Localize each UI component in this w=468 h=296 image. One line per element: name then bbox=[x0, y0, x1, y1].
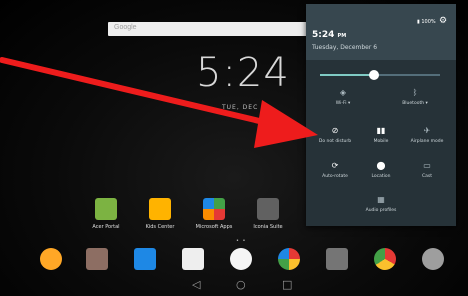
bluetooth-icon: ᛒ bbox=[412, 88, 418, 97]
tile-airplane-mode[interactable]: ✈ Airplane mode bbox=[402, 126, 452, 144]
mobile-data-icon: ▮▮ bbox=[376, 126, 386, 135]
shade-time-value: 5:24 bbox=[312, 30, 335, 40]
brightness-slider[interactable] bbox=[320, 70, 440, 80]
app-label: Iconia Suite bbox=[253, 224, 283, 230]
app-label: Microsoft Apps bbox=[195, 224, 233, 230]
navigation-bar: ◁ ○ □ bbox=[0, 276, 468, 296]
tile-wifi[interactable]: ◈ Wi-Fi ▾ bbox=[318, 88, 368, 106]
tile-label: Cast bbox=[421, 174, 432, 179]
app-kids-center[interactable]: Kids Center bbox=[130, 198, 190, 230]
acer-portal-icon bbox=[95, 198, 117, 220]
page-indicator: • • bbox=[236, 238, 247, 244]
photos-icon[interactable] bbox=[278, 248, 300, 270]
tile-do-not-disturb[interactable]: ⊘ Do not disturb bbox=[310, 126, 360, 144]
camera-icon[interactable] bbox=[326, 248, 348, 270]
tile-label: Audio profiles bbox=[365, 208, 397, 213]
shade-date: Tuesday, December 6 bbox=[312, 44, 378, 51]
gear-icon[interactable]: ⚙ bbox=[439, 16, 447, 26]
app-label: Acer Portal bbox=[92, 224, 120, 230]
battery-status: ▮ 100% bbox=[417, 19, 436, 25]
home-icon[interactable]: ○ bbox=[236, 278, 246, 291]
brightness-fill bbox=[320, 74, 374, 76]
tile-mobile-data[interactable]: ▮▮ Mobile bbox=[356, 126, 406, 144]
calendar-icon[interactable] bbox=[134, 248, 156, 270]
kids-center-icon bbox=[149, 198, 171, 220]
app-iconia-suite[interactable]: Iconia Suite bbox=[238, 198, 298, 230]
tile-label: Do not disturb bbox=[318, 139, 352, 144]
tile-cast[interactable]: ▭ Cast bbox=[402, 161, 452, 179]
tile-bluetooth[interactable]: ᛒ Bluetooth ▾ bbox=[390, 88, 440, 106]
app-microsoft-apps[interactable]: Microsoft Apps bbox=[184, 198, 244, 230]
wifi-icon: ◈ bbox=[339, 88, 347, 97]
home-clock: 5:24 bbox=[196, 50, 290, 96]
airplane-icon: ✈ bbox=[423, 126, 431, 135]
contacts-icon[interactable] bbox=[86, 248, 108, 270]
tile-location[interactable]: ⬤ Location bbox=[356, 161, 406, 179]
audio-profiles-icon: ▦ bbox=[377, 195, 385, 204]
tile-label: Auto-rotate bbox=[322, 174, 348, 179]
tile-label: Bluetooth ▾ bbox=[402, 101, 428, 106]
tile-label: Location bbox=[371, 174, 391, 179]
search-placeholder: Google bbox=[114, 24, 137, 31]
tile-audio-profiles[interactable]: ▦ Audio profiles bbox=[356, 195, 406, 213]
chrome-icon[interactable] bbox=[374, 248, 396, 270]
settings-icon[interactable] bbox=[422, 248, 444, 270]
shade-time: 5:24 PM bbox=[312, 30, 346, 40]
brightness-thumb[interactable] bbox=[369, 70, 379, 80]
location-icon: ⬤ bbox=[376, 161, 386, 170]
shade-header: ▮ 100% ⚙ 5:24 PM Tuesday, December 6 bbox=[306, 4, 456, 60]
tablet-screen: Google 5:24 TUE, DEC 6 Acer Portal Kids … bbox=[0, 0, 468, 296]
iconia-suite-icon bbox=[257, 198, 279, 220]
back-icon[interactable]: ◁ bbox=[192, 278, 200, 291]
microsoft-apps-icon bbox=[203, 198, 225, 220]
home-date: TUE, DEC 6 bbox=[222, 104, 266, 111]
gmail-icon[interactable] bbox=[182, 248, 204, 270]
chat-icon[interactable] bbox=[40, 248, 62, 270]
tile-auto-rotate[interactable]: ⟳ Auto-rotate bbox=[310, 161, 360, 179]
app-drawer-icon[interactable] bbox=[230, 248, 252, 270]
shade-time-suffix: PM bbox=[337, 33, 347, 39]
app-label: Kids Center bbox=[145, 224, 175, 230]
auto-rotate-icon: ⟳ bbox=[331, 161, 339, 170]
do-not-disturb-icon: ⊘ bbox=[331, 126, 339, 135]
tile-label: Wi-Fi ▾ bbox=[335, 101, 351, 106]
recents-icon[interactable]: □ bbox=[282, 278, 292, 291]
quick-settings-shade: ▮ 100% ⚙ 5:24 PM Tuesday, December 6 ◈ W… bbox=[306, 4, 456, 226]
tile-label: Airplane mode bbox=[410, 139, 444, 144]
tile-label: Mobile bbox=[373, 139, 389, 144]
app-acer-portal[interactable]: Acer Portal bbox=[76, 198, 136, 230]
google-search-bar[interactable]: Google bbox=[108, 22, 308, 36]
cast-icon: ▭ bbox=[423, 161, 431, 170]
